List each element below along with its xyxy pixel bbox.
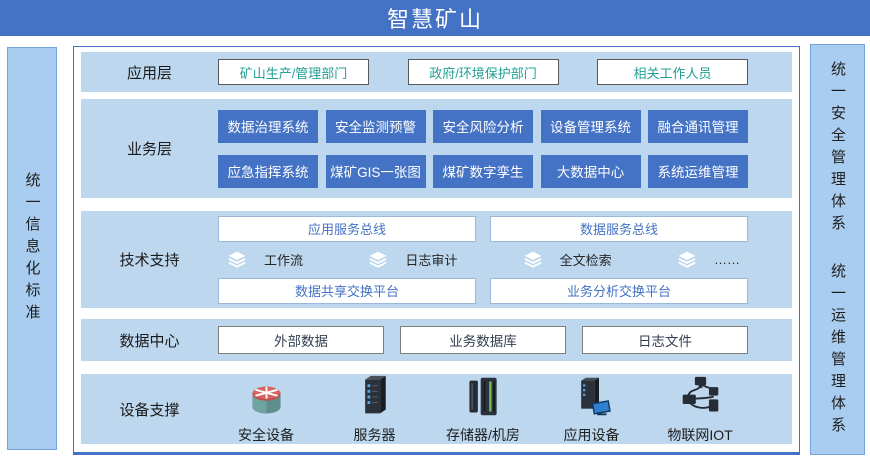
biz-btn-digital-twin: 煤矿数字孪生 — [433, 155, 533, 188]
device-storage: 存储器/机房 — [435, 374, 531, 445]
layer-business: 业务层 数据治理系统 安全监测预警 安全风险分析 设备管理系统 融合通讯管理 应… — [81, 99, 792, 198]
biz-btn-emergency-command: 应急指挥系统 — [218, 155, 318, 188]
tech-middleware-row: 工作流 日志审计 全文检索 — [218, 250, 748, 270]
app-box-label: 矿山生产/管理部门 — [240, 63, 348, 82]
app-box-mine-production: 矿山生产/管理部门 — [218, 59, 369, 85]
right-pillar-management-systems: 统一安全管理体系 统一运维管理体系 — [810, 44, 865, 455]
layer-data-center-content: 外部数据 业务数据库 日志文件 — [218, 319, 748, 361]
layers-icon — [367, 250, 389, 270]
middleware-workflow: 工作流 — [226, 250, 303, 270]
device-server: 服务器 — [327, 374, 423, 445]
left-pillar-unified-info-standard: 统一信息化标准 — [7, 47, 57, 450]
layer-device-support-content: 安全设备 — [218, 374, 748, 444]
biz-btn-label: 煤矿数字孪生 — [443, 161, 524, 181]
layer-application: 应用层 矿山生产/管理部门 政府/环境保护部门 相关工作人员 — [81, 52, 792, 92]
app-device-icon — [569, 374, 614, 424]
biz-btn-label: 大数据中心 — [557, 161, 625, 181]
middleware-fulltext-search: 全文检索 — [522, 250, 612, 270]
device-label: 存储器/机房 — [446, 425, 520, 445]
biz-btn-label: 设备管理系统 — [550, 116, 631, 136]
device-application: 应用设备 — [544, 374, 640, 445]
layer-tech-support: 技术支持 应用服务总线 数据服务总线 工作流 日志审计 — [81, 211, 792, 308]
tech-box-data-share-platform: 数据共享交换平台 — [218, 278, 476, 304]
tech-box-business-analysis-platform: 业务分析交换平台 — [490, 278, 748, 304]
biz-btn-label: 安全风险分析 — [443, 116, 524, 136]
biz-btn-safety-risk-analysis: 安全风险分析 — [433, 110, 533, 143]
biz-btn-label: 数据治理系统 — [228, 116, 309, 136]
app-box-government-env: 政府/环境保护部门 — [408, 59, 559, 85]
layer-data-center-label: 数据中心 — [81, 319, 218, 361]
biz-btn-system-ops: 系统运维管理 — [648, 155, 748, 188]
biz-btn-label: 安全监测预警 — [335, 116, 416, 136]
data-box-label: 业务数据库 — [449, 330, 517, 350]
app-box-label: 政府/环境保护部门 — [429, 63, 537, 82]
middleware-ellipsis: …… — [676, 250, 740, 270]
right-pillar-label-security: 统一安全管理体系 — [830, 61, 845, 237]
device-label: 应用设备 — [564, 425, 620, 445]
layer-device-support: 设备支撑 安全设备 — [81, 374, 792, 444]
right-pillar-label-ops: 统一运维管理体系 — [830, 263, 845, 439]
layer-data-center: 数据中心 外部数据 业务数据库 日志文件 — [81, 319, 792, 361]
layer-business-label: 业务层 — [81, 99, 218, 198]
server-icon — [352, 374, 397, 424]
data-box-business-db: 业务数据库 — [400, 326, 566, 354]
biz-btn-gis-one-map: 煤矿GIS一张图 — [326, 155, 426, 188]
data-box-label: 外部数据 — [274, 330, 328, 350]
biz-btn-label: 系统运维管理 — [658, 161, 739, 181]
device-label: 服务器 — [354, 425, 396, 445]
layers-icon — [522, 250, 544, 270]
middleware-label: 工作流 — [264, 250, 303, 269]
middleware-label: 全文检索 — [560, 250, 612, 269]
biz-btn-label: 煤矿GIS一张图 — [330, 161, 421, 181]
data-box-log-files: 日志文件 — [582, 326, 748, 354]
biz-btn-safety-monitor-warning: 安全监测预警 — [326, 110, 426, 143]
business-row-2: 应急指挥系统 煤矿GIS一张图 煤矿数字孪生 大数据中心 系统运维管理 — [218, 155, 748, 188]
app-box-related-staff: 相关工作人员 — [597, 59, 748, 85]
layer-application-label: 应用层 — [81, 52, 218, 92]
middleware-label: …… — [714, 252, 740, 267]
tech-box-data-service-bus: 数据服务总线 — [490, 216, 748, 242]
biz-btn-data-governance: 数据治理系统 — [218, 110, 318, 143]
biz-btn-label: 融合通讯管理 — [658, 116, 739, 136]
data-box-external-data: 外部数据 — [218, 326, 384, 354]
layer-device-support-label: 设备支撑 — [81, 374, 218, 444]
tech-box-label: 应用服务总线 — [308, 219, 386, 238]
tech-bus-row: 应用服务总线 数据服务总线 — [218, 216, 748, 242]
device-iot: 物联网IOT — [652, 374, 748, 445]
device-label: 安全设备 — [238, 425, 294, 445]
tech-platform-row: 数据共享交换平台 业务分析交换平台 — [218, 278, 748, 304]
data-box-label: 日志文件 — [638, 330, 692, 350]
device-label: 物联网IOT — [667, 425, 732, 445]
page-title: 智慧矿山 — [387, 2, 483, 34]
biz-btn-converged-comms: 融合通讯管理 — [648, 110, 748, 143]
biz-btn-big-data-center: 大数据中心 — [541, 155, 641, 188]
device-security: 安全设备 — [218, 374, 314, 445]
tech-box-label: 数据服务总线 — [580, 219, 658, 238]
layer-application-content: 矿山生产/管理部门 政府/环境保护部门 相关工作人员 — [218, 52, 748, 92]
biz-btn-label: 应急指挥系统 — [228, 161, 309, 181]
layers-icon — [226, 250, 248, 270]
layer-tech-support-content: 应用服务总线 数据服务总线 工作流 日志审计 — [218, 211, 748, 308]
middleware-log-audit: 日志审计 — [367, 250, 457, 270]
tech-box-label: 数据共享交换平台 — [295, 281, 399, 300]
iot-icon — [678, 374, 723, 424]
tech-box-app-service-bus: 应用服务总线 — [218, 216, 476, 242]
page-title-banner: 智慧矿山 — [0, 0, 870, 36]
biz-btn-equipment-management: 设备管理系统 — [541, 110, 641, 143]
layers-icon — [676, 250, 698, 270]
layer-business-content: 数据治理系统 安全监测预警 安全风险分析 设备管理系统 融合通讯管理 应急指挥系… — [218, 99, 748, 198]
architecture-panel: 应用层 矿山生产/管理部门 政府/环境保护部门 相关工作人员 业务层 数据治理系… — [73, 46, 800, 455]
tech-box-label: 业务分析交换平台 — [567, 281, 671, 300]
storage-icon — [461, 374, 506, 424]
layer-tech-support-label: 技术支持 — [81, 211, 218, 308]
security-device-icon — [244, 374, 289, 424]
business-row-1: 数据治理系统 安全监测预警 安全风险分析 设备管理系统 融合通讯管理 — [218, 110, 748, 143]
left-pillar-label: 统一信息化标准 — [25, 172, 40, 326]
app-box-label: 相关工作人员 — [633, 63, 711, 82]
middleware-label: 日志审计 — [405, 250, 457, 269]
